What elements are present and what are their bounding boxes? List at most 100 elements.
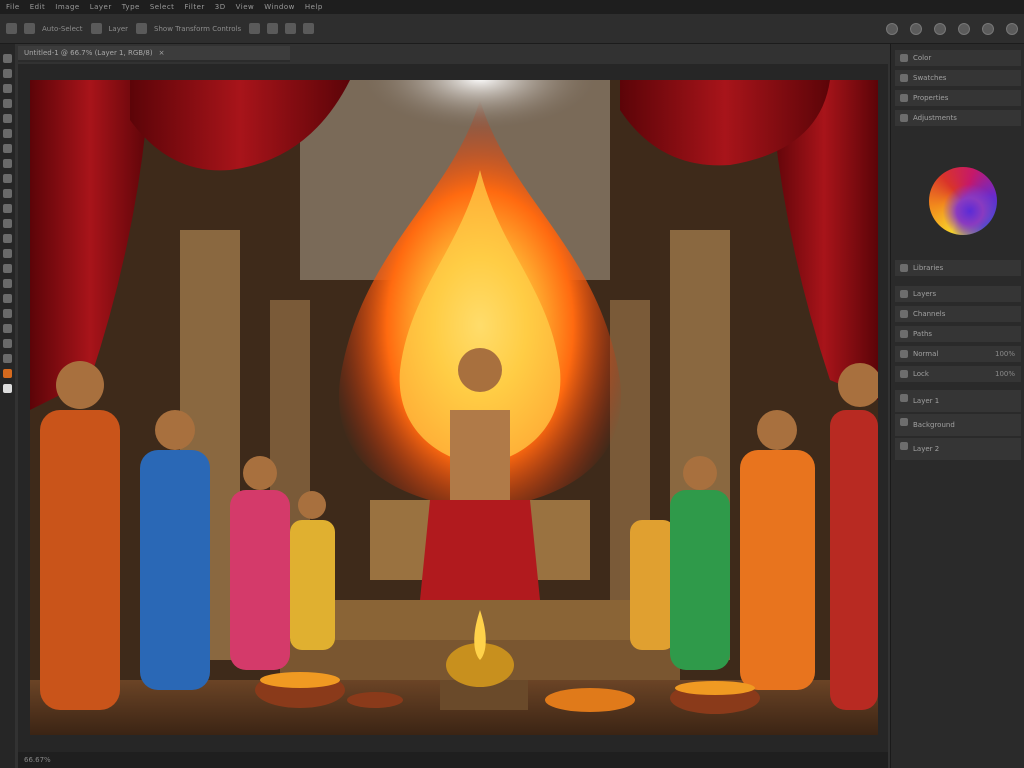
transform-controls-label: Show Transform Controls [154, 24, 242, 33]
adjustments-icon [900, 114, 908, 122]
marquee-tool-icon[interactable] [3, 69, 12, 78]
move-tool-icon[interactable] [3, 54, 12, 63]
foreground-color-swatch[interactable] [3, 369, 12, 378]
tools-panel [0, 44, 15, 768]
distribute-icon[interactable] [303, 23, 315, 34]
layer-name: Layer 1 [913, 397, 940, 405]
status-bar: 66.67% [18, 752, 888, 768]
lock-row[interactable]: Lock 100% [895, 366, 1021, 382]
menu-bar: File Edit Image Layer Type Select Filter… [0, 0, 1024, 14]
panel-adjustments[interactable]: Adjustments [895, 110, 1021, 126]
panel-tab-color[interactable]: Color [895, 50, 1021, 66]
gradient-tool-icon[interactable] [3, 219, 12, 228]
user-avatar-icon[interactable] [982, 23, 994, 35]
channels-icon [900, 310, 908, 318]
image-canvas[interactable] [30, 80, 878, 735]
auto-select-checkbox[interactable] [24, 23, 35, 34]
menu-file[interactable]: File [6, 3, 20, 11]
lasso-tool-icon[interactable] [3, 84, 12, 93]
layer-row[interactable]: Layer 2 [895, 438, 1021, 460]
visibility-eye-icon[interactable] [900, 394, 908, 402]
panel-row-label: Libraries [913, 264, 944, 272]
panel-tab-swatches[interactable]: Swatches [895, 70, 1021, 86]
layer-row[interactable]: Background [895, 414, 1021, 436]
panel-paths[interactable]: Paths [895, 326, 1021, 342]
opacity-value[interactable]: 100% [995, 350, 1015, 358]
panel-row-label: Paths [913, 330, 933, 338]
type-tool-icon[interactable] [3, 279, 12, 288]
menu-layer[interactable]: Layer [90, 3, 112, 11]
background-color-swatch[interactable] [3, 384, 12, 393]
swatches-panel-icon [900, 74, 908, 82]
workspace-icon[interactable] [910, 23, 922, 35]
eraser-tool-icon[interactable] [3, 204, 12, 213]
dodge-tool-icon[interactable] [3, 249, 12, 258]
options-right-group [886, 23, 1018, 35]
visibility-eye-icon[interactable] [900, 418, 908, 426]
paths-icon [900, 330, 908, 338]
settings-icon[interactable] [958, 23, 970, 35]
artwork-illustration [30, 80, 878, 735]
menu-filter[interactable]: Filter [184, 3, 204, 11]
menu-view[interactable]: View [236, 3, 255, 11]
menu-select[interactable]: Select [150, 3, 175, 11]
menu-edit[interactable]: Edit [30, 3, 46, 11]
path-select-tool-icon[interactable] [3, 294, 12, 303]
blur-tool-icon[interactable] [3, 234, 12, 243]
history-brush-tool-icon[interactable] [3, 189, 12, 198]
healing-tool-icon[interactable] [3, 144, 12, 153]
close-icon[interactable]: × [159, 49, 165, 57]
image-editor-window: File Edit Image Layer Type Select Filter… [0, 0, 1024, 768]
color-panel-icon [900, 54, 908, 62]
color-wheel[interactable] [929, 167, 997, 235]
panel-row-label: Adjustments [913, 114, 957, 122]
move-tool-icon[interactable] [6, 23, 17, 34]
menu-window[interactable]: Window [264, 3, 295, 11]
panel-row-label: Properties [913, 94, 949, 102]
panel-channels[interactable]: Channels [895, 306, 1021, 322]
share-icon[interactable] [934, 23, 946, 35]
menu-help[interactable]: Help [305, 3, 323, 11]
eyedropper-tool-icon[interactable] [3, 129, 12, 138]
layer-row[interactable]: Layer 1 [895, 390, 1021, 412]
clone-stamp-tool-icon[interactable] [3, 174, 12, 183]
zoom-level[interactable]: 66.67% [24, 756, 51, 764]
auto-select-label: Auto-Select [42, 24, 83, 33]
align-left-icon[interactable] [249, 23, 261, 34]
align-right-icon[interactable] [285, 23, 297, 34]
blend-mode-label: Normal [913, 350, 939, 358]
lock-icon [900, 370, 908, 378]
brush-tool-icon[interactable] [3, 159, 12, 168]
layer-dropdown-label: Layer [108, 24, 129, 33]
shape-tool-icon[interactable] [3, 309, 12, 318]
align-center-icon[interactable] [267, 23, 279, 34]
properties-icon [900, 94, 908, 102]
lock-label: Lock [913, 370, 929, 378]
document-tab[interactable]: Untitled-1 @ 66.7% (Layer 1, RGB/8) × [18, 46, 290, 62]
search-icon[interactable] [886, 23, 898, 35]
more-tools-icon[interactable] [3, 354, 12, 363]
menu-3d[interactable]: 3D [215, 3, 226, 11]
panel-row-label: Layers [913, 290, 937, 298]
libraries-icon [900, 264, 908, 272]
panel-libraries[interactable]: Libraries [895, 260, 1021, 276]
hand-tool-icon[interactable] [3, 324, 12, 333]
panel-properties[interactable]: Properties [895, 90, 1021, 106]
help-icon[interactable] [1006, 23, 1018, 35]
quick-select-tool-icon[interactable] [3, 99, 12, 108]
visibility-eye-icon[interactable] [900, 442, 908, 450]
blend-mode-icon [900, 350, 908, 358]
panel-tab-label: Color [913, 54, 932, 62]
zoom-tool-icon[interactable] [3, 339, 12, 348]
panel-row-label: Channels [913, 310, 946, 318]
blend-mode-row[interactable]: Normal 100% [895, 346, 1021, 362]
panel-layers[interactable]: Layers [895, 286, 1021, 302]
fill-value[interactable]: 100% [995, 370, 1015, 378]
menu-type[interactable]: Type [122, 3, 140, 11]
panel-tab-label: Swatches [913, 74, 947, 82]
transform-controls-checkbox[interactable] [136, 23, 148, 34]
pen-tool-icon[interactable] [3, 264, 12, 273]
crop-tool-icon[interactable] [3, 114, 12, 123]
layer-dropdown[interactable] [90, 23, 102, 34]
menu-image[interactable]: Image [55, 3, 79, 11]
